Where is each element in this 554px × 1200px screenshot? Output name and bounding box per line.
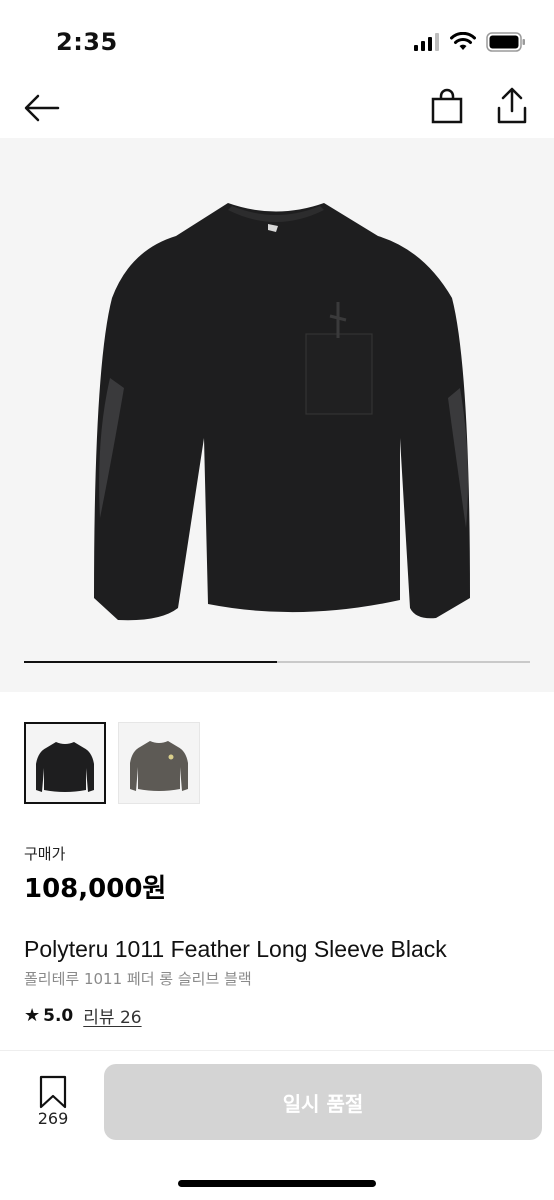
status-time: 2:35: [56, 28, 118, 56]
price-value: 108,000원: [24, 874, 167, 904]
thumbnail-black[interactable]: [24, 722, 106, 804]
bookmark-icon: [39, 1075, 67, 1109]
thumbnail-black-image: [36, 742, 94, 792]
sold-out-button[interactable]: 일시 품절: [104, 1064, 542, 1140]
price-label: 구매가: [24, 845, 66, 863]
cart-button[interactable]: [430, 88, 464, 124]
bookmark-count: 269: [37, 1109, 69, 1128]
review-link[interactable]: 리뷰 26: [83, 1003, 141, 1028]
arrow-left-icon: [24, 94, 60, 122]
product-image: [94, 203, 470, 621]
rating-row: ★ 5.0 리뷰 26: [24, 1003, 142, 1028]
status-icons: [414, 32, 526, 52]
thumbnail-charcoal[interactable]: [118, 722, 200, 804]
product-image-gallery[interactable]: [0, 138, 554, 692]
product-name: Polyteru 1011 Feather Long Sleeve Black: [24, 936, 447, 962]
shopping-bag-icon: [431, 88, 463, 124]
rating-score: 5.0: [43, 1005, 74, 1026]
star-icon: ★: [24, 1005, 41, 1026]
nav-bar: [0, 78, 554, 138]
gallery-progress-fill: [24, 661, 277, 663]
thumbnail-strip: [24, 722, 200, 804]
share-button[interactable]: [494, 86, 530, 126]
product-name-korean: 폴리테루 1011 페더 롱 슬리브 블랙: [24, 970, 252, 988]
wifi-icon: [450, 32, 476, 50]
cellular-signal-icon: [414, 33, 439, 51]
bookmark-button[interactable]: 269: [28, 1075, 78, 1135]
gallery-progress-track: [24, 661, 530, 663]
back-button[interactable]: [22, 90, 62, 126]
bottom-action-bar: 269 일시 품절: [0, 1051, 554, 1200]
thumbnail-charcoal-image: [130, 741, 188, 791]
home-indicator: [178, 1180, 376, 1187]
status-bar: 2:35: [0, 0, 554, 88]
battery-icon: [486, 32, 525, 52]
share-icon: [497, 87, 527, 124]
